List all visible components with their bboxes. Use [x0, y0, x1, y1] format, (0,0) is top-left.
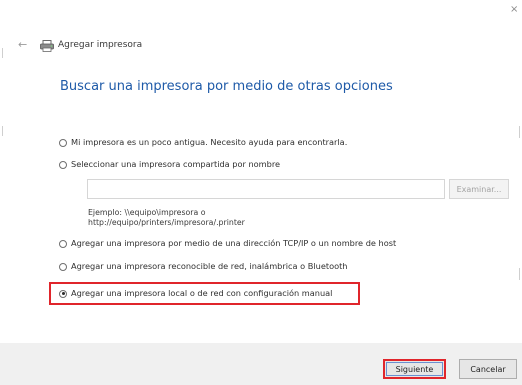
example-line: Ejemplo: \\equipo\impresora o — [88, 208, 206, 217]
radio-button[interactable] — [59, 160, 67, 169]
browse-button[interactable]: Examinar... — [449, 179, 509, 199]
option-network-printer[interactable]: Agregar una impresora reconocible de red… — [59, 261, 347, 272]
option-label: Agregar una impresora reconocible de red… — [71, 261, 348, 271]
window-title: Agregar impresora — [58, 40, 143, 50]
close-icon[interactable]: × — [510, 4, 518, 16]
radio-button[interactable] — [59, 239, 67, 248]
window-edge-mark — [2, 48, 3, 58]
radio-button[interactable] — [59, 138, 67, 147]
option-label: Agregar una impresora local o de red con… — [71, 288, 333, 298]
option-shared-printer[interactable]: Seleccionar una impresora compartida por… — [59, 159, 280, 170]
back-arrow-icon[interactable]: ← — [18, 38, 27, 52]
option-label: Seleccionar una impresora compartida por… — [71, 159, 281, 169]
shared-printer-name-input[interactable] — [87, 179, 445, 199]
option-label: Agregar una impresora por medio de una d… — [71, 238, 397, 248]
page-title: Buscar una impresora por medio de otras … — [60, 79, 393, 94]
radio-button-selected[interactable] — [59, 289, 67, 298]
window-edge-mark — [2, 126, 3, 136]
printer-icon — [40, 40, 54, 52]
option-old-printer[interactable]: Mi impresora es un poco antigua. Necesit… — [59, 137, 347, 148]
option-local-printer[interactable]: Agregar una impresora local o de red con… — [59, 288, 332, 299]
radio-button[interactable] — [59, 262, 67, 271]
window-edge-mark — [519, 126, 520, 138]
example-text: Ejemplo: \\equipo\impresora o http://equ… — [88, 208, 245, 228]
window-edge-mark — [519, 268, 520, 280]
example-line: http://equipo/printers/impresora/.printe… — [88, 218, 245, 227]
cancel-button[interactable]: Cancelar — [459, 359, 517, 379]
option-tcpip-printer[interactable]: Agregar una impresora por medio de una d… — [59, 238, 396, 249]
next-button[interactable]: Siguiente — [383, 359, 446, 379]
option-label: Mi impresora es un poco antigua. Necesit… — [71, 137, 348, 147]
